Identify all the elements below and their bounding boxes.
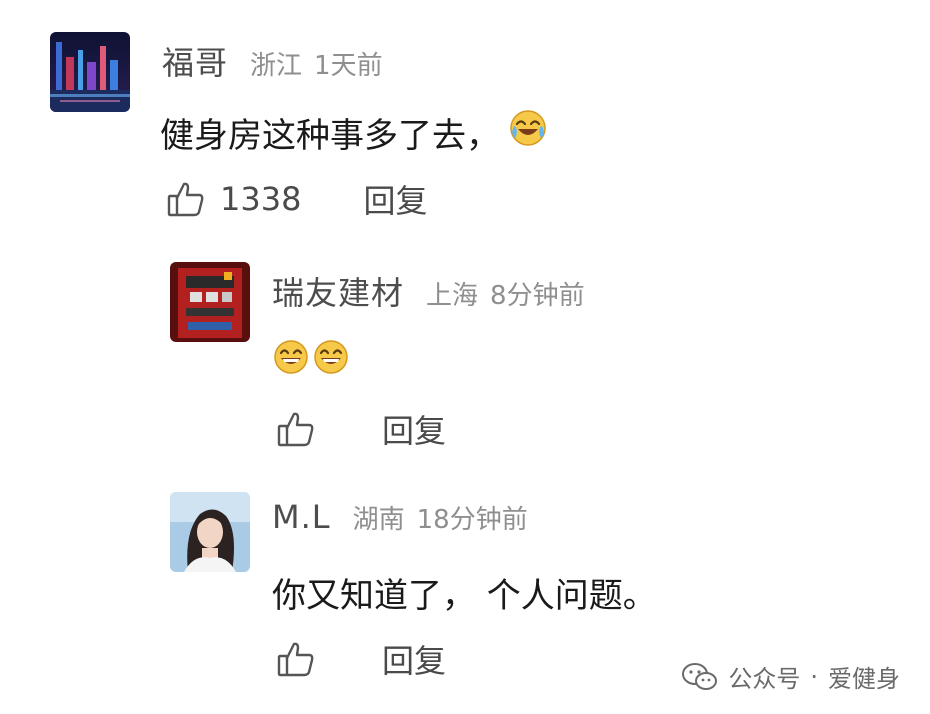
comment-actions: 回复 [276, 406, 446, 452]
watermark-channel: 公众号 [728, 665, 801, 693]
location: 湖南 [352, 505, 405, 535]
avatar-portrait-image [170, 492, 250, 572]
comment-actions: 回复 [276, 636, 446, 682]
comment-actions: 1338 回复 [166, 176, 427, 222]
watermark-separator: · [810, 662, 818, 691]
comment-text: 健身房这种事多了去， [160, 116, 500, 156]
avatar-city-night-image [50, 32, 130, 112]
comment-text: 你又知道了， 个人问题。 [272, 576, 657, 616]
username[interactable]: M.L [272, 498, 331, 536]
timestamp: 18分钟前 [416, 505, 528, 535]
comment-text-row: 健身房这种事多了去， [160, 108, 548, 157]
username[interactable]: 瑞友建材 [272, 268, 404, 314]
comment-text-row: 你又知道了， 个人问题。 [272, 568, 657, 617]
reply-button[interactable]: 回复 [382, 406, 446, 452]
username[interactable]: 福哥 [162, 38, 228, 84]
watermark: 公众号 · 爱健身 [682, 659, 900, 694]
reply-button[interactable]: 回复 [382, 636, 446, 682]
comment-meta: 瑞友建材 上海 8分钟前 [272, 268, 585, 314]
grin-emoji-icon [272, 338, 310, 385]
avatar[interactable] [170, 262, 250, 342]
thumbs-up-icon[interactable] [276, 409, 316, 449]
reply-button[interactable]: 回复 [363, 176, 427, 222]
watermark-name: 爱健身 [828, 665, 900, 693]
laugh-cry-emoji-icon [508, 108, 548, 157]
comment-meta: M.L 湖南 18分钟前 [272, 498, 528, 536]
like-count: 1338 [220, 180, 302, 218]
avatar[interactable] [50, 32, 130, 112]
comment-emoji-row [272, 338, 350, 385]
timestamp: 1天前 [314, 51, 383, 81]
grin-emoji-icon [312, 338, 350, 385]
wechat-icon [682, 662, 718, 692]
location: 上海 [426, 281, 479, 311]
thumbs-up-icon[interactable] [276, 639, 316, 679]
avatar[interactable] [170, 492, 250, 572]
timestamp: 8分钟前 [490, 281, 585, 311]
location: 浙江 [250, 51, 303, 81]
avatar-electrical-box-image [170, 262, 250, 342]
thumbs-up-icon[interactable] [166, 179, 206, 219]
comment-meta: 福哥 浙江 1天前 [162, 38, 383, 84]
